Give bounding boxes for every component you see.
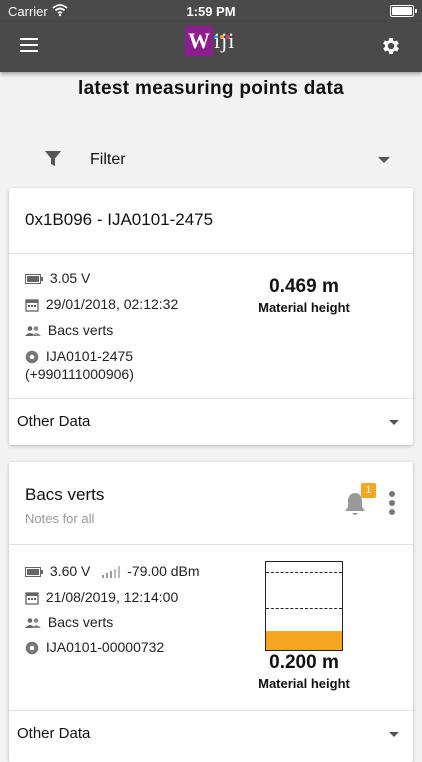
battery-value: 3.60 V	[49, 563, 91, 579]
measure-label: Material height	[258, 676, 350, 691]
measure-value: 0.200 m	[269, 652, 339, 673]
measurement: 0.200 m Material height	[234, 652, 374, 691]
level-marker	[266, 572, 342, 573]
settings-button[interactable]	[380, 35, 402, 57]
more-vertical-icon	[389, 491, 395, 497]
card-header: 0x1B096 - IJA0101-2475	[9, 188, 413, 254]
device-row: IJA0101-00000732	[25, 639, 164, 655]
device-row: IJA0101-2475	[25, 348, 133, 364]
notification-badge: 1	[361, 483, 376, 498]
card-header: Bacs verts Notes for all 1	[9, 462, 413, 545]
measure-label: Material height	[258, 300, 350, 315]
measure-value: 0.469 m	[269, 276, 339, 297]
date-value: 21/08/2019, 12:14:00	[45, 589, 179, 605]
measurement: 0.469 m Material height	[234, 276, 374, 315]
logo-text: iji	[214, 28, 236, 53]
calendar-icon	[25, 592, 39, 605]
battery-icon	[390, 5, 417, 17]
group-icon	[25, 618, 41, 629]
device-icon	[25, 641, 39, 655]
other-data-label: Other Data	[17, 413, 91, 430]
battery-row: 3.60 V -79.00 dBm	[25, 563, 200, 579]
date-row: 29/01/2018, 02:12:32	[25, 296, 178, 312]
group-row: Bacs verts	[25, 614, 113, 630]
device-id: IJA0101-00000732	[45, 639, 165, 655]
card-body: 3.60 V -79.00 dBm 21/08/2019, 12:14:00 B…	[9, 545, 413, 711]
battery-icon	[25, 567, 43, 578]
page-title: latest measuring points data	[77, 78, 344, 99]
clock: 1:59 PM	[186, 4, 236, 19]
card-subtitle: Notes for all	[25, 511, 95, 526]
group-value: Bacs verts	[47, 614, 114, 630]
signal-value: -79.00 dBm	[127, 563, 200, 579]
device-phone: (+990111000906)	[25, 366, 134, 382]
status-bar: Carrier 1:59 PM	[0, 0, 422, 22]
measuring-point-card: 0x1B096 - IJA0101-2475 3.05 V 29/01/2018…	[9, 188, 413, 445]
group-row: Bacs verts	[25, 322, 113, 338]
card-body: 3.05 V 29/01/2018, 02:12:32 Bacs verts I…	[9, 254, 413, 399]
more-options-button[interactable]	[388, 491, 396, 517]
device-id: IJA0101-2475	[45, 348, 134, 364]
battery-icon	[25, 274, 43, 285]
filter-label: Filter	[90, 151, 126, 168]
hamburger-icon	[20, 38, 38, 40]
menu-button[interactable]	[20, 38, 38, 54]
signal-icon	[102, 566, 121, 579]
app-bar: W iji	[0, 22, 422, 72]
fill-level-gauge	[265, 561, 343, 651]
logo-initial: W	[185, 26, 213, 56]
group-value: Bacs verts	[47, 322, 114, 338]
filter-dropdown[interactable]: Filter	[40, 146, 396, 174]
fill-level-bar	[266, 630, 342, 650]
group-card: Bacs verts Notes for all 1 3.60 V -79.00…	[9, 462, 413, 762]
calendar-icon	[25, 299, 39, 312]
battery-value: 3.05 V	[49, 270, 91, 286]
card-title: Bacs verts	[25, 485, 105, 504]
other-data-toggle[interactable]: Other Data	[9, 399, 413, 445]
other-data-label: Other Data	[17, 725, 91, 742]
battery-row: 3.05 V	[25, 270, 90, 286]
device-icon	[25, 350, 39, 364]
chevron-down-icon	[378, 157, 390, 163]
chevron-down-icon	[389, 732, 399, 737]
date-row: 21/08/2019, 12:14:00	[25, 589, 178, 605]
card-title: 0x1B096 - IJA0101-2475	[25, 210, 214, 229]
gear-icon	[383, 38, 399, 54]
other-data-toggle[interactable]: Other Data	[9, 711, 413, 757]
group-icon	[25, 326, 41, 337]
chevron-down-icon	[389, 420, 399, 425]
level-marker	[266, 608, 342, 609]
app-logo: W iji	[185, 26, 237, 58]
date-value: 29/01/2018, 02:12:32	[45, 296, 179, 312]
filter-icon	[45, 151, 61, 166]
